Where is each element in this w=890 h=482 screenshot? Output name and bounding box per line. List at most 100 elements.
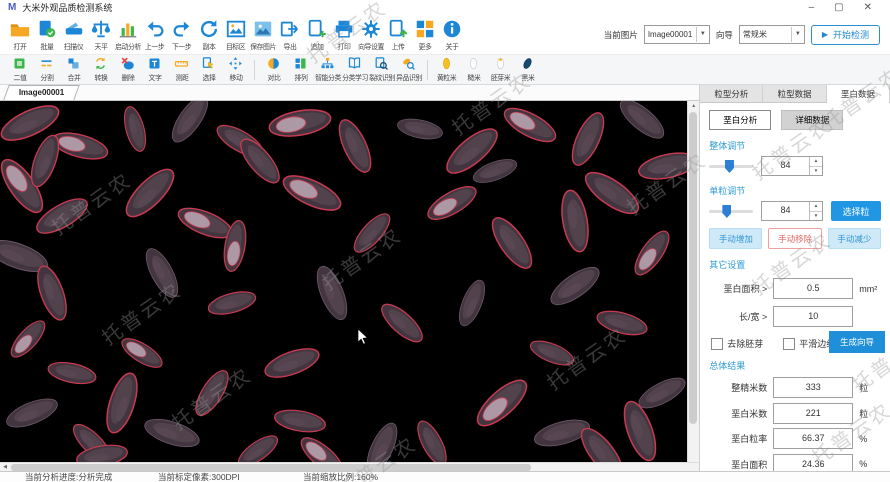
manual-decrease-button[interactable]: 手动减少 bbox=[828, 228, 881, 249]
select-button[interactable]: 选择 bbox=[195, 56, 222, 83]
scanner-button[interactable]: 扫描仪 bbox=[60, 18, 87, 52]
wizard-settings-button[interactable]: 向导设置 bbox=[357, 18, 384, 52]
other-settings-title: 其它设置 bbox=[709, 258, 881, 271]
result-row: 垩白粒率66.37% bbox=[709, 428, 881, 449]
chalky-area-input[interactable]: 0.5 bbox=[773, 278, 853, 299]
checkbox-icon bbox=[783, 338, 795, 350]
foreign-detection-button[interactable]: 异品识别 bbox=[395, 56, 422, 83]
smooth-edge-checkbox[interactable]: 平滑边缘 bbox=[783, 337, 835, 350]
overall-adjust-slider[interactable] bbox=[709, 159, 753, 173]
wizard-label: 向导 bbox=[716, 29, 733, 41]
arrange-button[interactable]: 排列 bbox=[287, 56, 314, 83]
doc-check-icon bbox=[36, 18, 58, 40]
target-area-button[interactable]: 目标区 bbox=[222, 18, 249, 52]
measure-button[interactable]: 测距 bbox=[168, 56, 195, 83]
segment-button[interactable]: 分割 bbox=[33, 56, 60, 83]
current-image-select[interactable]: Image00001 ▼ bbox=[644, 25, 710, 44]
brown-rice-button[interactable]: 糙米 bbox=[460, 56, 487, 83]
vertical-scrollbar[interactable]: ▲ bbox=[687, 101, 699, 462]
overall-adjust-spinner[interactable]: 84 ▲▼ bbox=[761, 156, 823, 176]
export-icon bbox=[279, 18, 301, 40]
vertical-scrollbar-thumb[interactable] bbox=[689, 112, 697, 424]
grain-yellow-icon bbox=[439, 56, 454, 71]
status-bar: 当前分析进度:分析完成 当前标定像素:300DPI 当前缩放比例:160% bbox=[0, 471, 890, 482]
overall-adjust-title: 整体调节 bbox=[709, 139, 881, 152]
compare-button[interactable]: 对比 bbox=[260, 56, 287, 83]
titlebar: M 大米外观品质检测系统 – ▢ ✕ bbox=[0, 0, 890, 15]
select-grain-button[interactable]: 选择粒 bbox=[831, 201, 881, 221]
black-rice-button[interactable]: 黑米 bbox=[514, 56, 541, 83]
length-width-input[interactable]: 10 bbox=[773, 306, 853, 327]
image-frame-icon bbox=[225, 18, 247, 40]
move-button[interactable]: 移动 bbox=[222, 56, 249, 83]
spinner-up-icon[interactable]: ▲ bbox=[810, 202, 822, 212]
redo-icon bbox=[171, 18, 193, 40]
duplicate-button[interactable]: 副本 bbox=[195, 18, 222, 52]
previous-step-button[interactable]: 上一步 bbox=[141, 18, 168, 52]
smart-classify-button[interactable]: 智能分类 bbox=[314, 56, 341, 83]
yellow-rice-button[interactable]: 黄粒米 bbox=[433, 56, 460, 83]
close-button[interactable]: ✕ bbox=[864, 0, 872, 15]
horizontal-scrollbar[interactable]: ◀ bbox=[0, 462, 699, 471]
spinner-down-icon[interactable]: ▼ bbox=[810, 212, 822, 221]
refresh-icon bbox=[198, 18, 220, 40]
manual-remove-button[interactable]: 手动移除 bbox=[768, 228, 821, 249]
detail-data-button[interactable]: 详细数据 bbox=[781, 110, 843, 130]
square-green-icon bbox=[12, 56, 27, 71]
upload-button[interactable]: 上传 bbox=[384, 18, 411, 52]
germ-rice-button[interactable]: 胚芽米 bbox=[487, 56, 514, 83]
remove-germ-checkbox[interactable]: 去除胚芽 bbox=[711, 337, 763, 350]
batch-button[interactable]: 批量 bbox=[33, 18, 60, 52]
current-image-label: 当前图片 bbox=[604, 29, 638, 41]
chart-icon bbox=[117, 18, 139, 40]
export-button[interactable]: 导出 bbox=[276, 18, 303, 52]
slider-thumb[interactable] bbox=[725, 160, 734, 173]
append-button[interactable]: 追加 bbox=[303, 18, 330, 52]
tab-粒型分析[interactable]: 粒型分析 bbox=[700, 85, 763, 103]
doc-search-icon bbox=[374, 56, 389, 71]
binary-button[interactable]: 二值 bbox=[6, 56, 33, 83]
single-adjust-spinner[interactable]: 84 ▲▼ bbox=[761, 201, 823, 221]
minimize-button[interactable]: – bbox=[809, 0, 815, 15]
about-button[interactable]: 关于 bbox=[438, 18, 465, 52]
tab-垩白数据[interactable]: 垩白数据 bbox=[827, 85, 890, 103]
spinner-up-icon[interactable]: ▲ bbox=[810, 157, 822, 167]
save-image-button[interactable]: 保存图片 bbox=[249, 18, 276, 52]
start-analysis-button[interactable]: 启动分析 bbox=[114, 18, 141, 52]
more-button[interactable]: 更多 bbox=[411, 18, 438, 52]
start-detection-button[interactable]: ▶ 开始检测 bbox=[811, 25, 880, 45]
spinner-down-icon[interactable]: ▼ bbox=[810, 167, 822, 176]
convert-button[interactable]: 转换 bbox=[87, 56, 114, 83]
single-adjust-slider[interactable] bbox=[709, 204, 753, 218]
maximize-button[interactable]: ▢ bbox=[834, 0, 843, 15]
text-button[interactable]: 文字 bbox=[141, 56, 168, 83]
toolbar-right-controls: 当前图片 Image00001 ▼ 向导 常规米 ▼ ▶ 开始检测 bbox=[604, 25, 884, 45]
scroll-up-icon[interactable]: ▲ bbox=[688, 101, 699, 111]
chalky-area-label: 垩白面积 > bbox=[709, 282, 767, 295]
image-tabstrip: Image00001 bbox=[0, 85, 699, 101]
toolbar-primary: 打开批量扫描仪天平启动分析上一步下一步副本目标区保存图片导出追加打印向导设置上传… bbox=[0, 15, 890, 54]
classify-learning-button[interactable]: 分类学习 bbox=[341, 56, 368, 83]
manual-add-button[interactable]: 手动增加 bbox=[709, 228, 762, 249]
window-title: 大米外观品质检测系统 bbox=[22, 1, 112, 14]
open-button[interactable]: 打开 bbox=[6, 18, 33, 52]
toolbar-separator bbox=[427, 60, 428, 80]
delete-button[interactable]: 删除 bbox=[114, 56, 141, 83]
crack-detection-button[interactable]: 裂纹识别 bbox=[368, 56, 395, 83]
tab-粒型数据[interactable]: 粒型数据 bbox=[763, 85, 826, 103]
move-cross-icon bbox=[228, 56, 243, 71]
wizard-select[interactable]: 常规米 ▼ bbox=[739, 25, 805, 44]
slider-thumb[interactable] bbox=[722, 205, 731, 218]
next-step-button[interactable]: 下一步 bbox=[168, 18, 195, 52]
info-icon bbox=[441, 18, 463, 40]
print-button[interactable]: 打印 bbox=[330, 18, 357, 52]
balance-button[interactable]: 天平 bbox=[87, 18, 114, 52]
horizontal-scrollbar-thumb[interactable] bbox=[11, 464, 531, 471]
chalky-analysis-button[interactable]: 垩白分析 bbox=[709, 110, 771, 130]
image-tab[interactable]: Image00001 bbox=[3, 85, 80, 100]
generate-wizard-button[interactable]: 生成向导 bbox=[829, 331, 885, 353]
image-canvas[interactable]: ▲ bbox=[0, 101, 699, 462]
app-logo-icon: M bbox=[8, 0, 16, 15]
merge-button[interactable]: 合并 bbox=[60, 56, 87, 83]
overall-results-title: 总体结果 bbox=[709, 359, 881, 372]
